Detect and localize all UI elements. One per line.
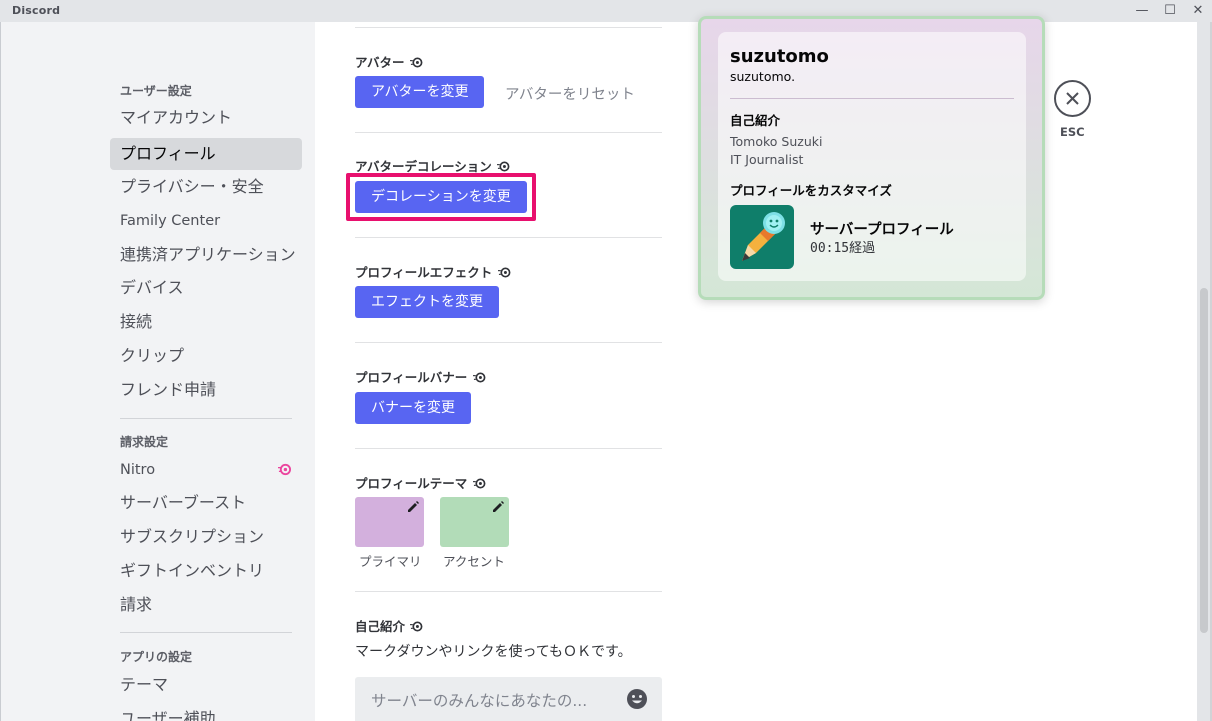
sidebar-item-nitro[interactable]: Nitro: [110, 454, 302, 486]
maximize-button[interactable]: ☐: [1156, 0, 1184, 22]
preview-about-header: 自己紹介: [730, 113, 781, 128]
section-divider: [355, 237, 662, 238]
preview-about-line: Tomoko Suzuki: [730, 134, 823, 149]
section-divider: [355, 591, 662, 592]
sidebar-separator: [120, 632, 292, 633]
change-effect-button[interactable]: エフェクトを変更: [355, 286, 499, 318]
preview-display-name: suzutomo: [730, 46, 829, 67]
sidebar-header-app-settings: アプリの設定: [120, 650, 193, 664]
section-divider: [355, 342, 662, 343]
sidebar-separator: [120, 418, 292, 419]
bio-label: 自己紹介: [355, 616, 423, 635]
settings-sidebar: ユーザー設定 マイアカウント プロフィール プライバシー・安全 Family C…: [0, 22, 315, 721]
profile-banner-label: プロフィールバナー: [355, 367, 486, 386]
nitro-icon: [410, 621, 423, 632]
sidebar-header-user-settings: ユーザー設定: [120, 84, 192, 98]
sidebar-item-connections[interactable]: 接続: [110, 306, 302, 338]
sidebar-item-billing[interactable]: 請求: [110, 589, 302, 621]
nitro-icon: [472, 372, 486, 383]
bio-placeholder: サーバーのみんなにあなたの...: [371, 692, 588, 710]
theme-primary-label: プライマリ: [359, 554, 422, 569]
avatar-decoration-label-text: アバターデコレーション: [355, 159, 492, 174]
preview-activity-title: サーバープロフィール: [810, 222, 954, 238]
sidebar-item-privacy-safety[interactable]: プライバシー・安全: [110, 171, 302, 203]
sidebar-item-profile[interactable]: プロフィール: [110, 138, 302, 170]
profile-theme-label: プロフィールテーマ: [355, 473, 486, 492]
section-divider: [355, 27, 662, 28]
pencil-activity-icon: [742, 212, 785, 261]
section-divider: [355, 448, 662, 449]
sidebar-item-family-center[interactable]: Family Center: [110, 205, 302, 237]
server-profile-activity-icon: [730, 205, 794, 269]
esc-label: ESC: [1060, 125, 1085, 139]
profile-settings-content: アバター アバターを変更 アバターをリセット アバターデコレーション デコレーシ…: [315, 16, 1197, 721]
sidebar-item-authorized-apps[interactable]: 連携済アプリケーション: [110, 239, 302, 271]
nitro-icon: [472, 478, 486, 489]
minimize-button[interactable]: —: [1128, 0, 1156, 22]
sidebar-item-my-account[interactable]: マイアカウント: [110, 102, 302, 134]
window-close-button[interactable]: ✕: [1184, 0, 1212, 22]
close-settings-button[interactable]: [1054, 80, 1091, 117]
profile-theme-label-text: プロフィールテーマ: [355, 476, 468, 491]
avatar-decoration-label: アバターデコレーション: [355, 156, 510, 175]
preview-username: suzutomo.: [730, 69, 796, 84]
change-avatar-button[interactable]: アバターを変更: [355, 76, 485, 108]
sidebar-item-clips[interactable]: クリップ: [110, 340, 302, 372]
bio-label-text: 自己紹介: [355, 619, 406, 634]
sidebar-item-subscriptions[interactable]: サブスクリプション: [110, 521, 302, 553]
preview-customize-header: プロフィールをカスタマイズ: [730, 183, 892, 198]
scrollbar-thumb[interactable]: [1200, 288, 1208, 633]
sidebar-item-accessibility[interactable]: ユーザー補助: [110, 703, 302, 721]
nitro-icon: [409, 57, 423, 68]
sidebar-item-devices[interactable]: デバイス: [110, 272, 302, 304]
profile-effect-label: プロフィールエフェクト: [355, 262, 511, 281]
pencil-icon: [493, 501, 504, 512]
sidebar-item-friend-requests[interactable]: フレンド申請: [110, 374, 302, 406]
change-banner-button[interactable]: バナーを変更: [355, 392, 471, 424]
profile-preview-card: suzutomo suzutomo. 自己紹介 Tomoko Suzuki IT…: [698, 16, 1045, 300]
sidebar-item-appearance[interactable]: テーマ: [110, 669, 302, 701]
app-title: Discord: [12, 4, 61, 17]
sidebar-item-server-boost[interactable]: サーバーブースト: [110, 487, 302, 519]
preview-activity-elapsed: 00:15経過: [810, 241, 876, 256]
sidebar-item-gift-inventory[interactable]: ギフトインベントリ: [110, 555, 302, 587]
change-decoration-button[interactable]: デコレーションを変更: [355, 181, 527, 213]
bio-textarea[interactable]: サーバーのみんなにあなたの...: [355, 677, 662, 721]
preview-divider: [730, 98, 1014, 99]
profile-effect-label-text: プロフィールエフェクト: [355, 265, 493, 280]
close-icon: [1066, 92, 1079, 105]
profile-banner-label-text: プロフィールバナー: [355, 370, 468, 385]
profile-preview-body: suzutomo suzutomo. 自己紹介 Tomoko Suzuki IT…: [718, 32, 1026, 281]
emoji-icon[interactable]: [626, 688, 648, 710]
section-divider: [355, 132, 662, 133]
theme-accent-label: アクセント: [443, 554, 505, 569]
reset-avatar-button[interactable]: アバターをリセット: [505, 83, 635, 104]
nitro-icon: [278, 463, 291, 476]
sidebar-header-billing: 請求設定: [120, 435, 169, 449]
scrollbar[interactable]: [1200, 26, 1208, 716]
theme-accent-swatch[interactable]: [440, 497, 509, 547]
nitro-icon: [497, 267, 511, 278]
avatar-label-text: アバター: [355, 55, 405, 70]
bio-help-text: マークダウンやリンクを使ってもＯＫです。: [355, 644, 632, 660]
theme-primary-swatch[interactable]: [355, 497, 424, 547]
pencil-icon: [408, 501, 419, 512]
preview-about-line: IT Journalist: [730, 152, 804, 167]
avatar-label: アバター: [355, 52, 423, 71]
nitro-icon: [497, 161, 510, 172]
